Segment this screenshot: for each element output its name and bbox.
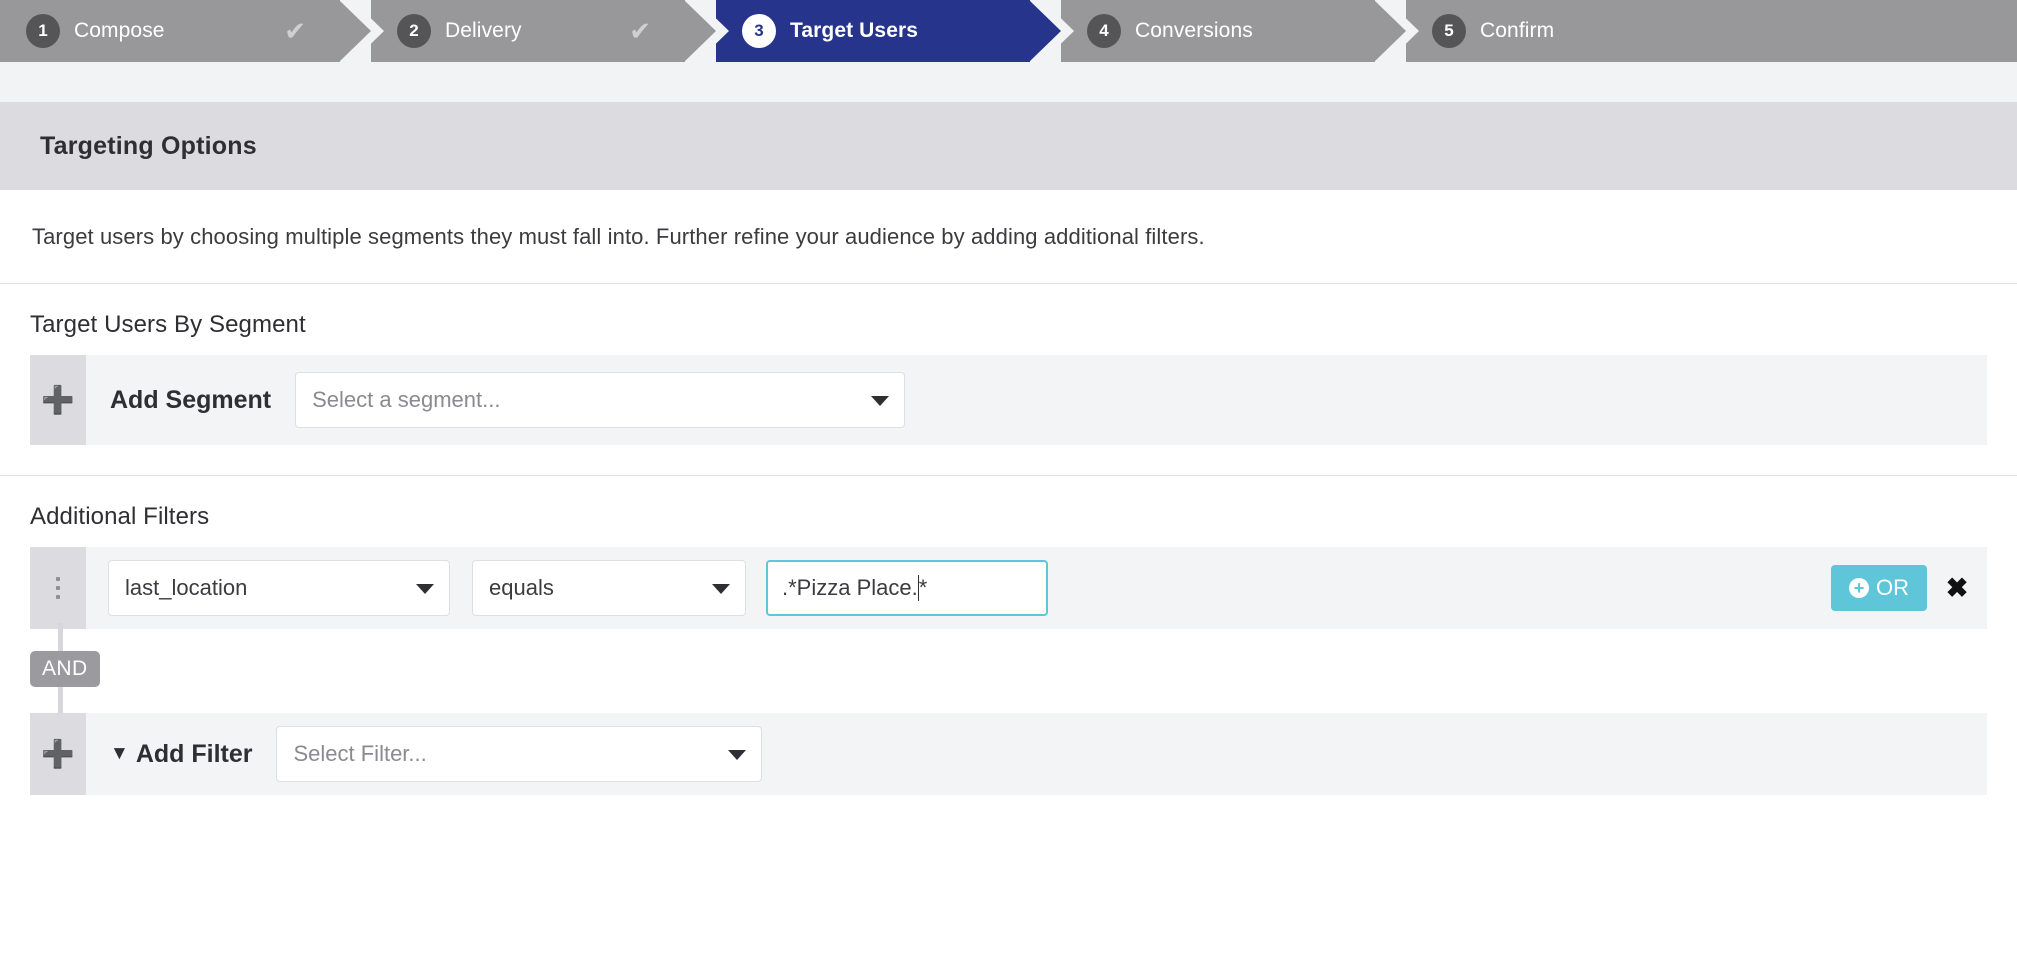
additional-filters-section: Additional Filters last_location equals …	[0, 476, 2017, 795]
filter-value-text-tail: *	[918, 575, 928, 600]
segment-section-spacer	[0, 445, 2017, 475]
filter-value-text: .*Pizza Place.	[782, 575, 918, 600]
drag-handle-icon	[56, 577, 60, 599]
filters-section-title: Additional Filters	[30, 503, 210, 530]
conjunction-badge[interactable]: AND	[30, 651, 100, 687]
wizard-stepper: 1 Compose ✔ 2 Delivery ✔ 3 Target Users …	[0, 0, 2017, 62]
step-conversions[interactable]: 4 Conversions	[1061, 0, 1419, 62]
add-filter-text: Add Filter	[135, 739, 253, 768]
filter-drag-handle[interactable]	[30, 547, 86, 629]
step-number: 4	[1087, 14, 1121, 48]
close-icon: ✖	[1945, 572, 1969, 603]
plus-icon: ➕	[41, 738, 75, 769]
panel-description: Target users by choosing multiple segmen…	[32, 223, 1205, 249]
step-compose[interactable]: 1 Compose ✔	[0, 0, 384, 62]
funnel-icon: ▼	[110, 743, 129, 764]
target-users-by-segment-section: Target Users By Segment ➕ Add Segment Se…	[0, 284, 2017, 476]
step-number: 3	[742, 14, 776, 48]
step-label: Compose	[74, 19, 165, 42]
step-label: Delivery	[445, 19, 522, 42]
plus-icon: ➕	[41, 384, 75, 415]
add-filter-label: ▼ Add Filter	[86, 740, 276, 769]
step-label: Target Users	[790, 19, 919, 42]
add-filter-select[interactable]: Select Filter...	[276, 726, 763, 782]
step-number: 2	[397, 14, 431, 48]
step-complete-check-icon: ✔	[629, 16, 651, 46]
segment-section-title: Target Users By Segment	[30, 311, 306, 338]
remove-filter-button[interactable]: ✖	[1927, 573, 1987, 604]
filter-value-input[interactable]: .*Pizza Place. *	[766, 560, 1048, 616]
step-confirm[interactable]: 5 Confirm	[1406, 0, 2017, 62]
or-button-label: OR	[1876, 575, 1909, 600]
filter-row: last_location equals .*Pizza Place. * + O…	[30, 547, 1987, 629]
segment-select-value: Select a segment...	[312, 387, 501, 412]
step-number: 5	[1432, 14, 1466, 48]
step-delivery[interactable]: 2 Delivery ✔	[371, 0, 729, 62]
add-segment-plus-button[interactable]: ➕	[30, 355, 86, 445]
chevron-down-icon	[728, 750, 747, 760]
targeting-options-header: Targeting Options	[0, 102, 2017, 190]
step-label: Confirm	[1480, 19, 1555, 42]
add-segment-row: ➕ Add Segment Select a segment...	[30, 355, 1987, 445]
chevron-down-icon	[416, 584, 434, 594]
filter-operator-select[interactable]: equals	[472, 560, 746, 616]
filter-attribute-select[interactable]: last_location	[108, 560, 450, 616]
step-target-users[interactable]: 3 Target Users	[716, 0, 1074, 62]
filter-operator-value: equals	[489, 575, 554, 600]
add-segment-label: Add Segment	[110, 385, 272, 414]
segment-select[interactable]: Select a segment...	[295, 372, 906, 428]
page-title: Targeting Options	[40, 131, 257, 160]
filter-conjunction-zone: AND	[30, 623, 1987, 721]
stepper-spacer	[0, 62, 2017, 102]
step-number: 1	[26, 14, 60, 48]
step-label: Conversions	[1135, 19, 1253, 42]
panel-description-row: Target users by choosing multiple segmen…	[0, 190, 2017, 284]
plus-circle-icon: +	[1849, 578, 1869, 598]
chevron-down-icon	[871, 396, 890, 406]
add-filter-plus-button[interactable]: ➕	[30, 713, 86, 795]
filter-attribute-value: last_location	[125, 575, 248, 600]
chevron-down-icon	[712, 584, 730, 594]
add-or-condition-button[interactable]: + OR	[1831, 565, 1927, 611]
step-complete-check-icon: ✔	[284, 16, 306, 46]
add-filter-row: ➕ ▼ Add Filter Select Filter...	[30, 713, 1987, 795]
add-filter-select-value: Select Filter...	[293, 741, 427, 766]
